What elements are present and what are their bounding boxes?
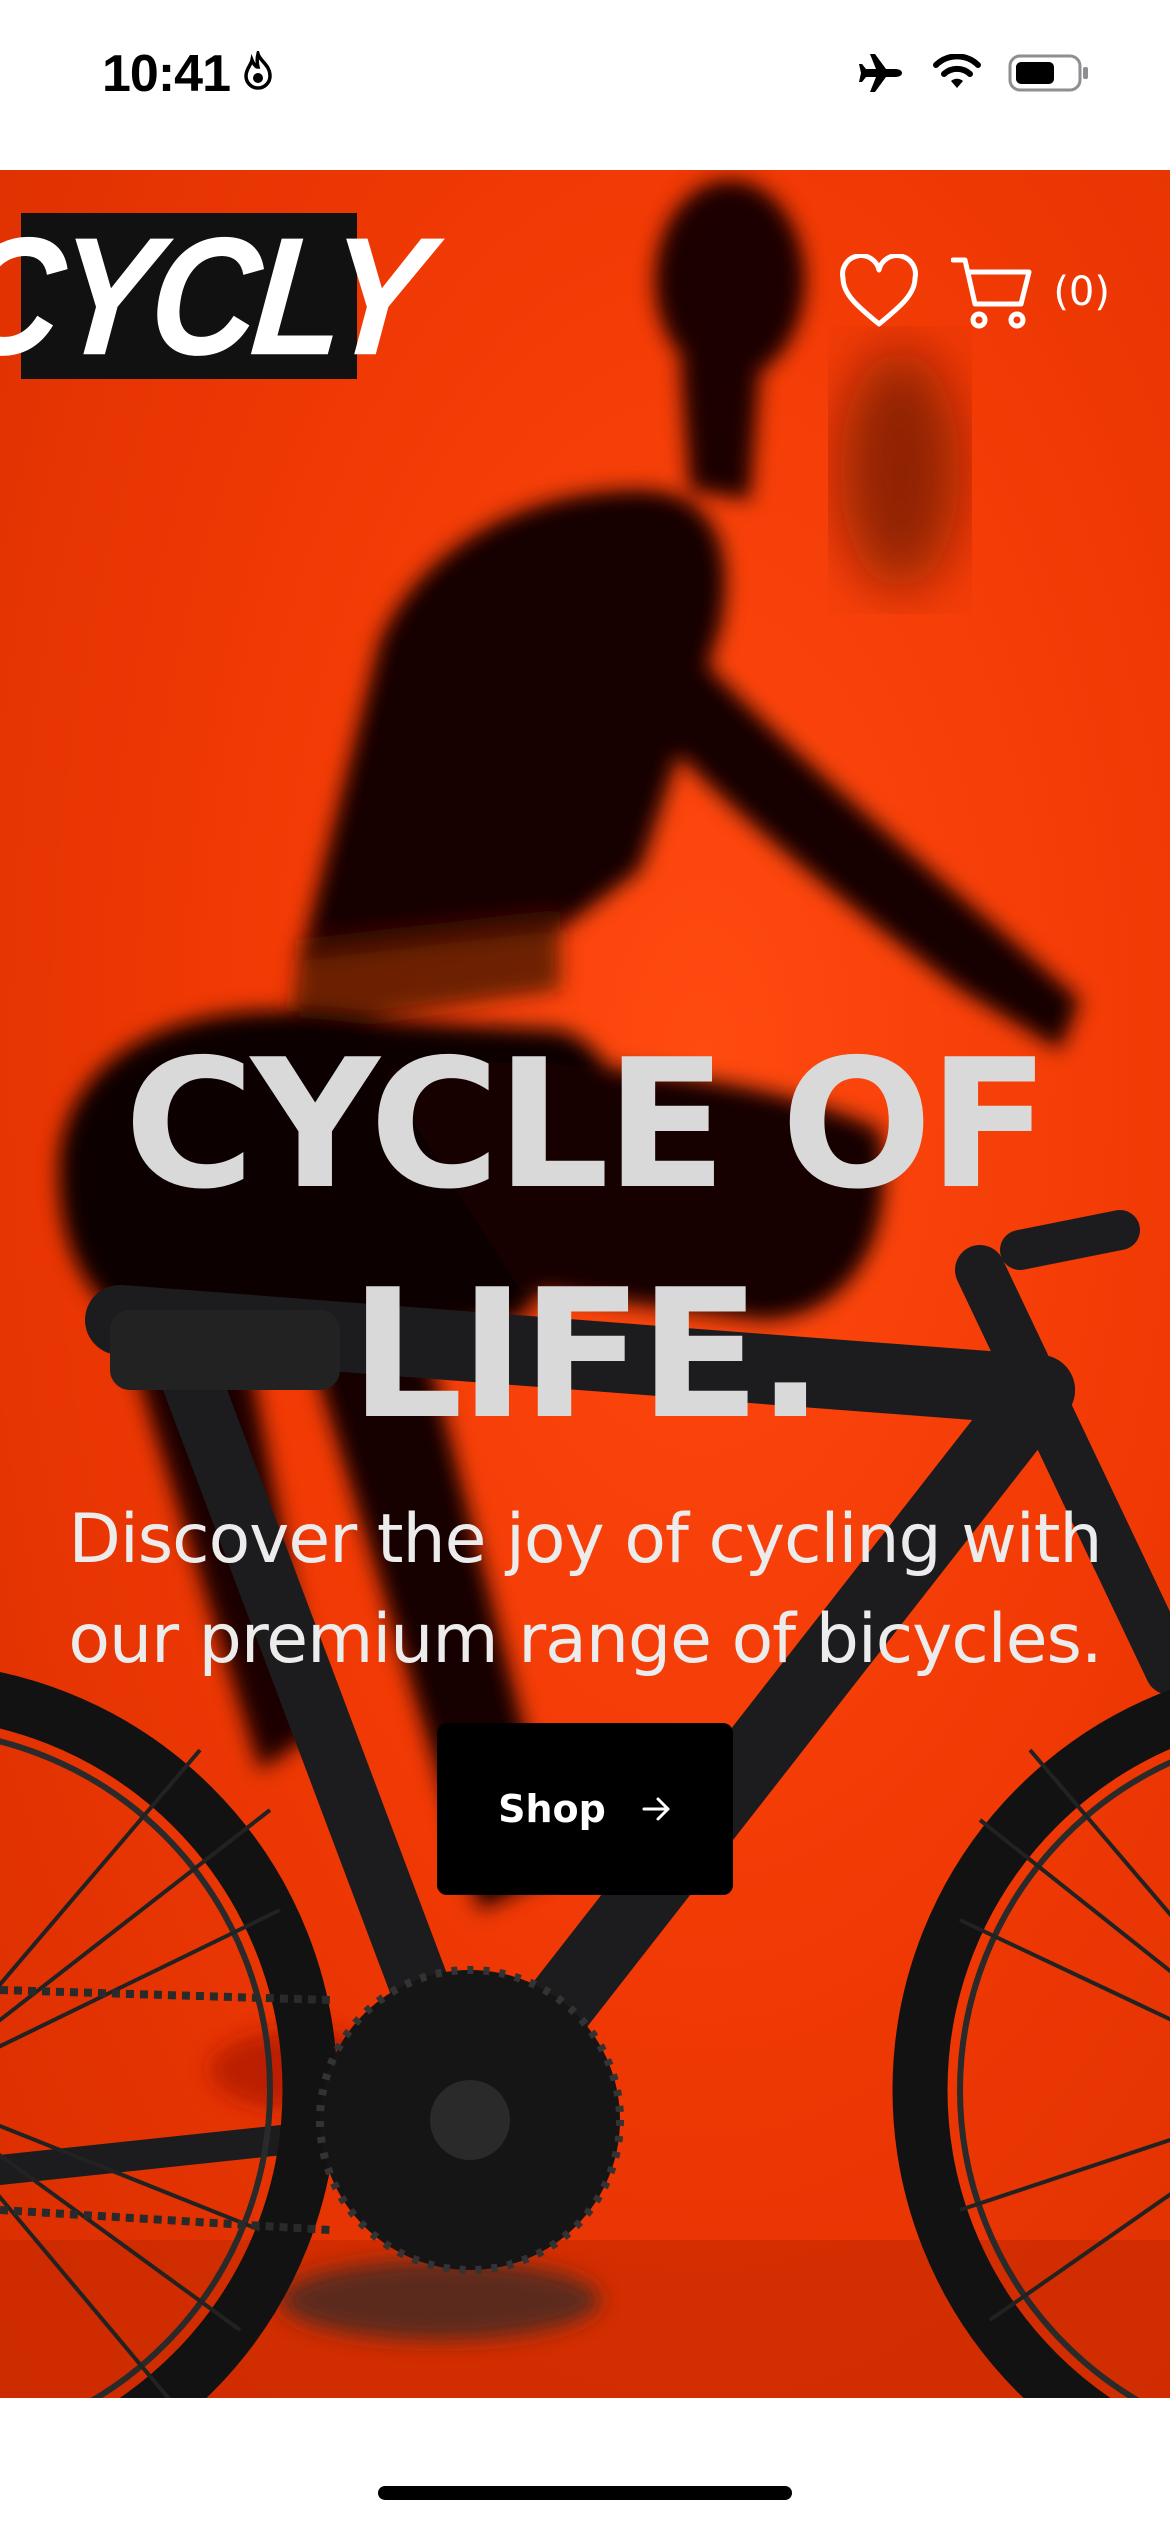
arrow-right-icon <box>642 1796 672 1822</box>
hero-subheading: Discover the joy of cycling with our pre… <box>20 1490 1150 1690</box>
wifi-icon <box>932 54 982 92</box>
flame-icon <box>240 44 276 104</box>
headline-line-2: LIFE. <box>349 1251 824 1458</box>
home-indicator-area <box>0 2398 1170 2532</box>
airplane-icon <box>858 52 906 94</box>
home-indicator[interactable] <box>378 2486 792 2500</box>
status-time-text: 10:41 <box>102 45 231 103</box>
battery-icon <box>1008 53 1090 93</box>
cart-button[interactable]: (0) <box>951 254 1110 330</box>
hero-headline: CYCLE OF LIFE. <box>0 1010 1170 1470</box>
subhead-line-1: Discover the joy of cycling with <box>68 1500 1103 1579</box>
hero-section: CYCLY (0) CYCLE OF LIFE. Discover the jo… <box>0 170 1170 2398</box>
brand-logo[interactable]: CYCLY <box>0 202 431 390</box>
headline-line-1: CYCLE OF <box>124 1021 1050 1228</box>
shop-button-label: Shop <box>498 1787 606 1831</box>
logo-text: CYCLY <box>0 201 432 391</box>
cart-count: (0) <box>1053 269 1110 315</box>
status-bar: 10:41 <box>0 0 1170 170</box>
shop-button[interactable]: Shop <box>437 1723 733 1895</box>
subhead-line-2: our premium range of bicycles. <box>68 1600 1102 1679</box>
status-time: 10:41 <box>102 44 276 104</box>
header-actions: (0) <box>837 254 1110 330</box>
heart-icon[interactable] <box>837 254 921 330</box>
status-icons <box>858 52 1090 94</box>
cart-icon <box>951 254 1033 330</box>
